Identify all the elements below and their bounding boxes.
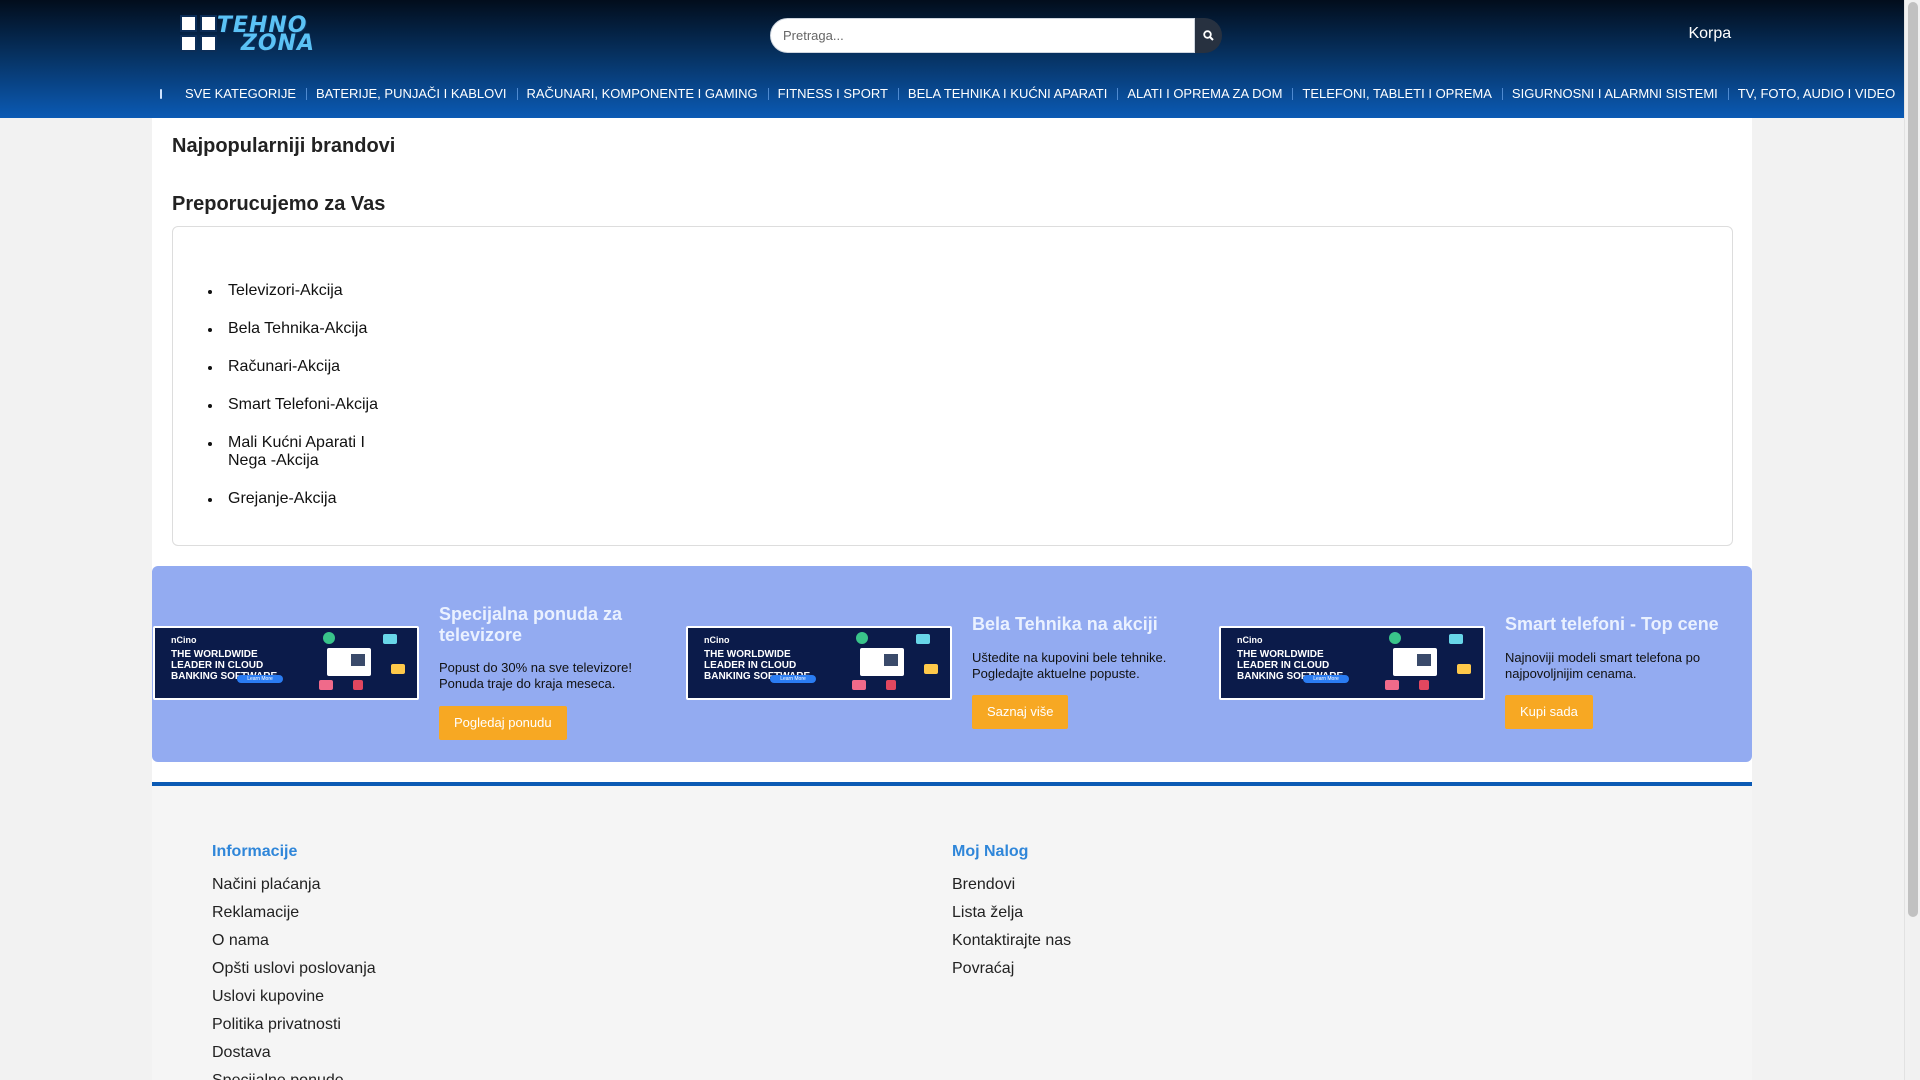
nav-item-tv-foto[interactable]: TV, FOTO, AUDIO I VIDEO (1727, 82, 1905, 106)
cart-link[interactable]: Korpa (1678, 25, 1731, 43)
footer-link[interactable]: O nama (212, 931, 376, 950)
site-header: TEHNO ZONA Korpa SVE KATEGORIJE BATERIJE… (0, 0, 1904, 118)
footer-link[interactable]: Dostava (212, 1043, 376, 1062)
ad-brand: nCino (704, 635, 730, 645)
recommend-item[interactable]: Računari-Akcija (207, 358, 387, 376)
ad-cta: Learn More (1303, 675, 1349, 683)
promo-card: nCino THE WORLDWIDE LEADER IN CLOUD BANK… (152, 566, 685, 762)
nav-item-alati[interactable]: ALATI I OPREMA ZA DOM (1117, 82, 1292, 106)
footer-info-column: Informacije Načini plaćanja Reklamacije … (212, 843, 376, 1080)
footer-account-heading: Moj Nalog (952, 843, 1029, 860)
footer-link[interactable]: Uslovi kupovine (212, 987, 376, 1006)
promo-button[interactable]: Kupi sada (1505, 695, 1593, 729)
page-scrollbar[interactable] (1904, 0, 1920, 1080)
site-logo[interactable]: TEHNO ZONA (180, 14, 315, 56)
footer-link[interactable]: Kontaktirajte nas (952, 931, 1071, 950)
recommend-item[interactable]: Grejanje-Akcija (207, 490, 387, 508)
recommend-heading: Preporucujemo za Vas (172, 193, 386, 215)
nav-item-telefoni[interactable]: TELEFONI, TABLETI I OPREMA (1292, 82, 1502, 106)
site-footer: Informacije Načini plaćanja Reklamacije … (152, 786, 1752, 1080)
promo-card: nCino THE WORLDWIDE LEADER IN CLOUD BANK… (685, 566, 1218, 762)
promo-desc: Najnoviji modeli smart telefona po najpo… (1505, 650, 1701, 681)
main-content: Najpopularniji brandovi Preporucujemo za… (152, 118, 1752, 1080)
footer-link[interactable]: Brendovi (952, 875, 1071, 894)
promo-button[interactable]: Pogledaj ponudu (439, 706, 567, 740)
promo-desc: Popust do 30% na sve televizore! Ponuda … (439, 660, 632, 691)
promo-card: nCino THE WORLDWIDE LEADER IN CLOUD BANK… (1218, 566, 1751, 762)
ad-brand: nCino (171, 635, 197, 645)
footer-info-heading: Informacije (212, 843, 298, 860)
appliance-icon (180, 15, 217, 55)
brands-heading: Najpopularniji brandovi (172, 135, 396, 157)
recommend-item[interactable]: Smart Telefoni-Akcija (207, 396, 387, 414)
nav-item-racunari[interactable]: RAČUNARI, KOMPONENTE I GAMING (516, 82, 768, 106)
search-input[interactable] (770, 18, 1195, 53)
promo-desc: Uštedite na kupovini bele tehnike. Pogle… (972, 650, 1167, 681)
promo-button[interactable]: Saznaj više (972, 695, 1069, 729)
recommend-item[interactable]: Mali Kućni Aparati I Nega -Akcija (207, 434, 387, 470)
footer-link[interactable]: Načini plaćanja (212, 875, 376, 894)
ad-banner[interactable]: nCino THE WORLDWIDE LEADER IN CLOUD BANK… (686, 626, 952, 700)
footer-account-column: Moj Nalog Brendovi Lista želja Kontaktir… (952, 843, 1071, 987)
footer-link[interactable]: Specijalne ponude (212, 1071, 376, 1080)
promo-strip: nCino THE WORLDWIDE LEADER IN CLOUD BANK… (152, 566, 1752, 762)
search-button[interactable] (1195, 18, 1222, 53)
footer-link[interactable]: Opšti uslovi poslovanja (212, 959, 376, 978)
category-nav: SVE KATEGORIJE BATERIJE, PUNJAČI I KABLO… (0, 82, 1904, 106)
nav-item-baterije[interactable]: BATERIJE, PUNJAČI I KABLOVI (306, 82, 516, 106)
cart-label: Korpa (1688, 25, 1732, 42)
footer-link[interactable]: Lista želja (952, 903, 1071, 922)
recommend-item[interactable]: Televizori-Akcija (207, 282, 387, 300)
ad-cta: Learn More (237, 675, 283, 683)
footer-link[interactable]: Povraćaj (952, 959, 1071, 978)
ad-brand: nCino (1237, 635, 1263, 645)
footer-link[interactable]: Politika privatnosti (212, 1015, 376, 1034)
promo-title: Bela Tehnika na akciji (972, 614, 1158, 634)
nav-item-sve-kategorije[interactable]: SVE KATEGORIJE (175, 82, 306, 106)
footer-link[interactable]: Reklamacije (212, 903, 376, 922)
menu-icon[interactable] (160, 89, 162, 99)
recommend-item[interactable]: Bela Tehnika-Akcija (207, 320, 387, 338)
promo-title: Specijalna ponuda za televizore (439, 604, 623, 645)
search-bar (770, 18, 1222, 53)
nav-item-fitness[interactable]: FITNESS I SPORT (767, 82, 898, 106)
ad-banner[interactable]: nCino THE WORLDWIDE LEADER IN CLOUD BANK… (153, 626, 419, 700)
scrollbar-thumb[interactable] (1908, 2, 1918, 917)
logo-text-bottom: ZONA (240, 31, 315, 56)
nav-item-bela-tehnika[interactable]: BELA TEHNIKA I KUĆNI APARATI (897, 82, 1117, 106)
recommend-box: Televizori-Akcija Bela Tehnika-Akcija Ra… (172, 226, 1733, 546)
nav-item-sigurnosni[interactable]: SIGURNOSNI I ALARMNI SISTEMI (1501, 82, 1728, 106)
ad-cta: Learn More (770, 675, 816, 683)
recommend-list: Televizori-Akcija Bela Tehnika-Akcija Ra… (207, 282, 387, 528)
ad-banner[interactable]: nCino THE WORLDWIDE LEADER IN CLOUD BANK… (1219, 626, 1485, 700)
search-icon (1203, 30, 1214, 41)
promo-title: Smart telefoni - Top cene (1505, 614, 1719, 634)
